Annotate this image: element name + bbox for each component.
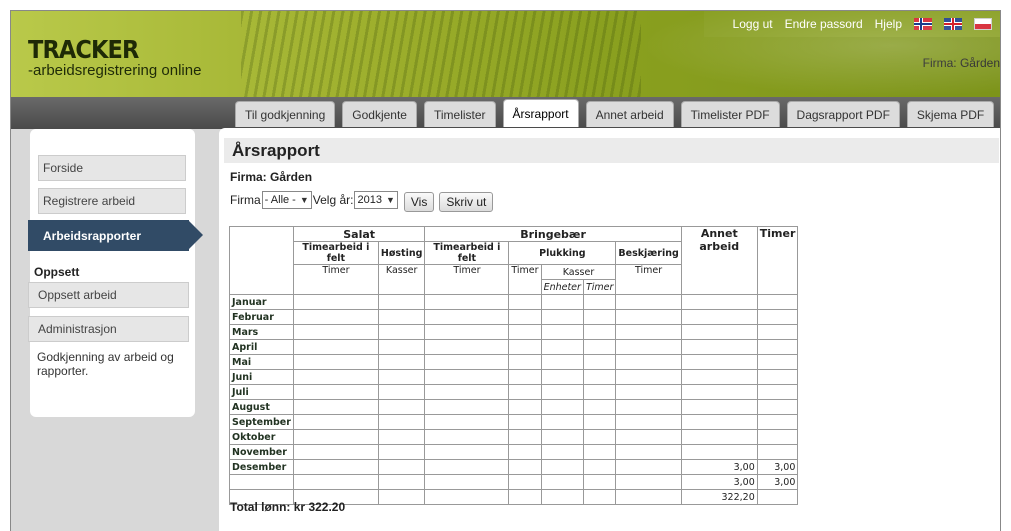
- logo-title: TRACKER: [28, 35, 139, 64]
- month-label: Oktober: [229, 429, 294, 445]
- firma-select-label: Firma: [230, 193, 261, 207]
- month-label: Mai: [229, 354, 294, 370]
- table-row: Mars: [229, 324, 799, 340]
- unit-timer-sub: Timer: [582, 279, 617, 295]
- tab-timelister[interactable]: Timelister: [423, 101, 496, 127]
- year-select-value: 2013: [357, 194, 382, 206]
- year-select-label: Velg år:: [312, 193, 354, 207]
- table-row: April: [229, 339, 799, 355]
- sidebar-item-godkjenning[interactable]: Godkjenning av arbeid og rapporter.: [37, 350, 182, 378]
- header-annet-arbeid: Annet arbeid: [680, 226, 758, 295]
- total-lonn: Total lønn: kr 322.20: [230, 500, 346, 514]
- vis-button[interactable]: Vis: [403, 192, 435, 212]
- header-bringebaer: Bringebær: [424, 226, 682, 242]
- month-label: August: [229, 399, 294, 415]
- unit-timer-1: Timer: [292, 264, 379, 295]
- sub-plukking: Plukking: [508, 241, 617, 265]
- unit-enheter: Enheter: [540, 279, 584, 295]
- header-salat: Salat: [292, 226, 426, 242]
- app-frame: TRACKER -arbeidsregistrering online Logg…: [10, 10, 1001, 531]
- uk-flag-icon[interactable]: [944, 18, 962, 30]
- month-label: Mars: [229, 324, 294, 340]
- help-link[interactable]: Hjelp: [875, 17, 902, 31]
- tab-dagsrapport-pdf[interactable]: Dagsrapport PDF: [786, 101, 900, 127]
- month-label: April: [229, 339, 294, 355]
- tab-skjema-pdf[interactable]: Skjema PDF: [906, 101, 995, 127]
- lonn-annet-value: 322,20: [680, 489, 758, 505]
- table-row: Februar: [229, 309, 799, 325]
- table-row: Juni: [229, 369, 799, 385]
- table-row: August: [229, 399, 799, 415]
- sidebar-item-forside[interactable]: Forside: [38, 155, 186, 181]
- sub-hosting: Høsting: [377, 241, 426, 265]
- site-header: TRACKER -arbeidsregistrering online Logg…: [11, 11, 1000, 97]
- firma-label: Firma: Gården: [230, 170, 313, 184]
- sub-timearbeid-bringebaer: Timearbeid i felt: [424, 241, 510, 265]
- tab-bar: Til godkjenning Godkjente Timelister Års…: [235, 99, 995, 127]
- month-label: Januar: [229, 294, 294, 310]
- tab-godkjente[interactable]: Godkjente: [342, 101, 417, 127]
- tab-til-godkjenning[interactable]: Til godkjenning: [235, 101, 336, 127]
- table-corner: [229, 226, 294, 295]
- sidebar-item-oppsett-arbeid[interactable]: Oppsett arbeid: [28, 282, 189, 308]
- norway-flag-icon[interactable]: [914, 18, 932, 30]
- logout-link[interactable]: Logg ut: [733, 17, 773, 31]
- table-row: November: [229, 444, 799, 460]
- sum-annet-value: 3,00: [680, 474, 758, 490]
- page-title-bar: Årsrapport: [224, 138, 999, 163]
- unit-timer-4: Timer: [615, 264, 682, 295]
- month-label: November: [229, 444, 294, 460]
- firma-select[interactable]: - Alle - ▼: [261, 191, 312, 209]
- main-content: Årsrapport Firma: Gården Firma - Alle - ▼…: [219, 128, 1000, 531]
- page-title: Årsrapport: [232, 141, 320, 160]
- sidebar-item-arbeidsrapporter[interactable]: Arbeidsrapporter: [28, 220, 189, 251]
- sidebar-item-registrere-arbeid[interactable]: Registrere arbeid: [38, 188, 186, 214]
- tab-annet-arbeid[interactable]: Annet arbeid: [585, 101, 674, 127]
- sidebar-heading-oppsett: Oppsett: [34, 265, 80, 279]
- month-label: Desember: [229, 459, 294, 475]
- unit-timer-3: Timer: [508, 264, 542, 295]
- unit-kasser-2: Kasser: [540, 264, 617, 280]
- desember-timer-value: 3,00: [756, 459, 799, 475]
- sub-timearbeid-salat: Timearbeid i felt: [292, 241, 379, 265]
- active-arrow: [188, 220, 203, 250]
- chevron-down-icon: ▼: [385, 195, 395, 205]
- header-timer: Timer: [756, 226, 799, 295]
- sum-row: 3,00 3,00: [229, 474, 799, 490]
- sum-timer-value: 3,00: [756, 474, 799, 490]
- table-row: Juli: [229, 384, 799, 400]
- firma-select-value: - Alle -: [264, 194, 296, 206]
- table-row: Desember 3,00 3,00: [229, 459, 799, 475]
- table-row: Januar: [229, 294, 799, 310]
- annual-report-table: Salat Bringebær Annet arbeid Timer Timea…: [229, 226, 799, 505]
- tab-arsrapport[interactable]: Årsrapport: [502, 99, 579, 127]
- tab-timelister-pdf[interactable]: Timelister PDF: [680, 101, 780, 127]
- logo-subtitle: -arbeidsregistrering online: [28, 62, 202, 79]
- month-label: September: [229, 414, 294, 430]
- filter-row: Firma - Alle - ▼ Velg år: 2013 ▼ Vis Skriv…: [230, 190, 494, 212]
- change-password-link[interactable]: Endre passord: [785, 17, 863, 31]
- print-button[interactable]: Skriv ut: [439, 192, 494, 212]
- unit-kasser-1: Kasser: [377, 264, 426, 295]
- poland-flag-icon[interactable]: [974, 18, 992, 30]
- top-nav: Logg ut Endre passord Hjelp: [704, 11, 1000, 37]
- sub-beskjaering: Beskjæring: [615, 241, 682, 265]
- table-row: Mai: [229, 354, 799, 370]
- sidebar-item-administrasjon[interactable]: Administrasjon: [28, 316, 189, 342]
- table-row: September: [229, 414, 799, 430]
- table-row: Oktober: [229, 429, 799, 445]
- chevron-down-icon: ▼: [299, 195, 309, 205]
- month-label: Juni: [229, 369, 294, 385]
- year-select[interactable]: 2013 ▼: [354, 191, 398, 209]
- month-label: Juli: [229, 384, 294, 400]
- header-firma: Firma: Gården: [922, 56, 1000, 70]
- month-label: Februar: [229, 309, 294, 325]
- desember-annet-value: 3,00: [680, 459, 758, 475]
- unit-timer-2: Timer: [424, 264, 510, 295]
